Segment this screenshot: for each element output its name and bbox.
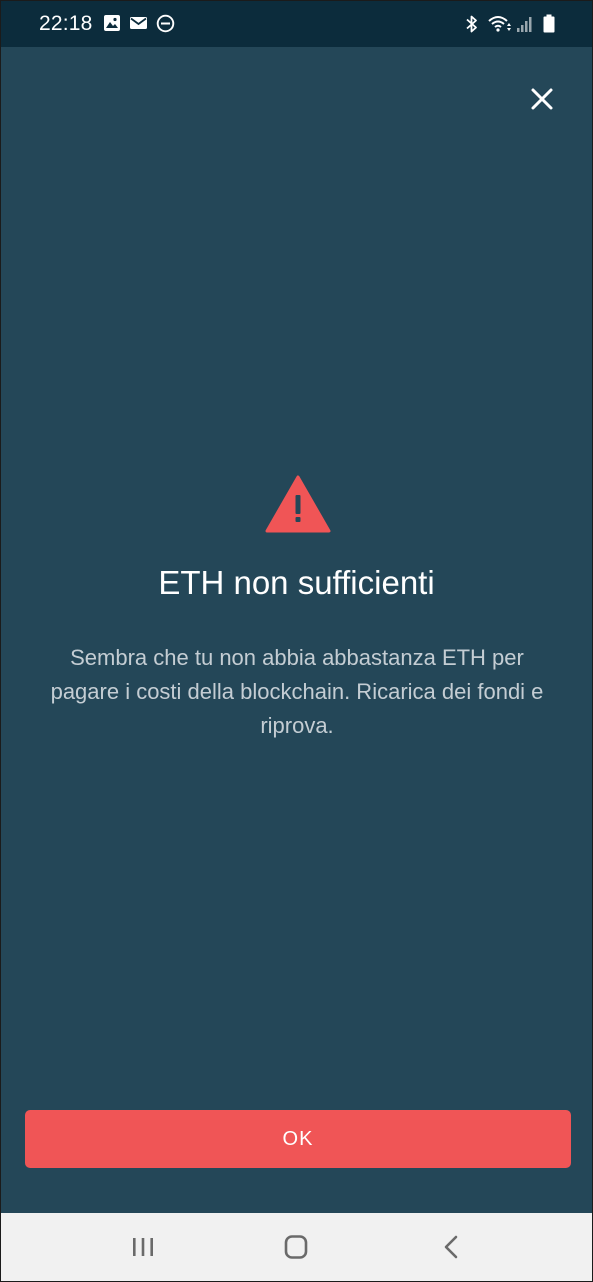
- battery-icon: [543, 14, 555, 33]
- navigation-bar: [1, 1213, 592, 1281]
- dialog-message: Sembra che tu non abbia abbastanza ETH p…: [27, 641, 567, 743]
- status-bar: 22:18: [1, 1, 592, 47]
- message-line: Sembra che tu non abbia abbastanza ETH p…: [70, 645, 524, 670]
- message-line: riprova.: [260, 713, 334, 738]
- back-icon[interactable]: [431, 1231, 471, 1263]
- wifi-icon: [488, 16, 511, 32]
- ok-button[interactable]: OK: [25, 1110, 571, 1168]
- app-screen: 22:18 ETH non sufficienti Sembra che tu …: [0, 0, 593, 1282]
- mail-icon: [130, 17, 147, 29]
- do-not-disturb-icon: [156, 14, 175, 33]
- recent-apps-icon[interactable]: [123, 1231, 163, 1263]
- warning-icon: [265, 475, 331, 533]
- bluetooth-icon: [466, 15, 477, 33]
- close-icon[interactable]: [523, 80, 561, 118]
- status-time: 22:18: [39, 12, 93, 35]
- dialog-title: ETH non sufficienti: [158, 564, 435, 601]
- image-icon: [104, 15, 120, 31]
- message-line: pagare i costi della blockchain. Ricaric…: [50, 679, 544, 704]
- signal-icon: [517, 17, 532, 32]
- home-icon[interactable]: [276, 1231, 316, 1263]
- ok-button-label: OK: [282, 1127, 314, 1150]
